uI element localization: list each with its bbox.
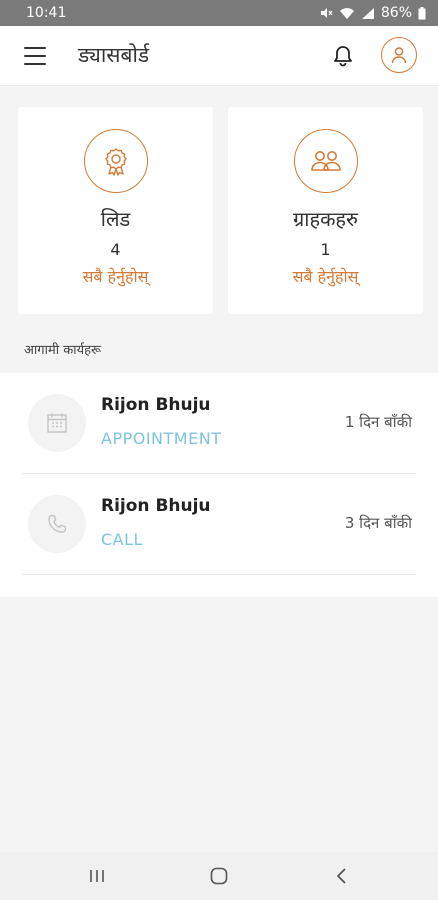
bell-icon	[334, 46, 352, 67]
phone-icon	[48, 514, 67, 533]
profile-button[interactable]	[381, 37, 417, 73]
calendar-icon	[47, 413, 67, 433]
task-icon-circle	[28, 495, 86, 553]
recents-button[interactable]	[84, 864, 110, 888]
task-row[interactable]: Rijon Bhuju APPOINTMENT 1 दिन बाँकी	[22, 373, 416, 474]
task-type: APPOINTMENT	[101, 429, 222, 448]
back-button[interactable]	[329, 864, 355, 888]
customers-card[interactable]: ग्राहकहरु 1 सबै हेर्नुहोस्	[228, 107, 423, 314]
back-icon	[337, 868, 346, 884]
home-icon	[210, 867, 228, 885]
recents-icon	[90, 870, 104, 882]
menu-button[interactable]	[22, 44, 48, 68]
mute-icon	[320, 8, 333, 18]
battery-icon	[418, 6, 426, 19]
task-days-remaining: 3 दिन बाँकी	[344, 514, 412, 532]
customers-count: 1	[320, 240, 331, 259]
notification-button[interactable]	[330, 43, 356, 69]
page-title: ड्यासबोर्ड	[78, 43, 150, 67]
users-icon	[310, 151, 341, 171]
menu-line	[24, 55, 46, 57]
award-icon	[104, 148, 127, 176]
task-days-remaining: 1 दिन बाँकी	[344, 413, 412, 431]
customers-title: ग्राहकहरु	[292, 207, 359, 231]
task-row[interactable]: Rijon Bhuju CALL 3 दिन बाँकी	[22, 474, 416, 575]
award-icon-circle	[83, 129, 148, 193]
upcoming-task-list: Rijon Bhuju APPOINTMENT 1 दिन बाँकी Rijo…	[0, 373, 438, 597]
task-type: CALL	[101, 530, 143, 549]
app-bar: ड्यासबोर्ड	[0, 26, 438, 86]
signal-icon	[361, 7, 374, 19]
leads-count: 4	[110, 240, 121, 259]
users-icon-circle	[293, 129, 358, 193]
user-icon	[391, 47, 407, 64]
system-nav-bar	[0, 852, 438, 900]
leads-view-all-link[interactable]: सबै हेर्नुहोस्	[83, 265, 149, 287]
leads-card[interactable]: लिड 4 सबै हेर्नुहोस्	[18, 107, 213, 314]
menu-line	[24, 47, 46, 49]
task-contact-name: Rijon Bhuju	[101, 496, 211, 516]
task-icon-circle	[28, 394, 86, 452]
wifi-icon	[339, 7, 354, 19]
home-button[interactable]	[206, 864, 232, 888]
leads-title: लिड	[100, 207, 131, 231]
battery-level: 86%	[380, 5, 412, 21]
status-icons: 86%	[319, 5, 426, 21]
customers-view-all-link[interactable]: सबै हेर्नुहोस्	[293, 265, 359, 287]
status-time: 10:41	[26, 5, 67, 21]
menu-line	[24, 63, 46, 65]
upcoming-heading: आगामी कार्यहरू	[24, 343, 102, 358]
task-contact-name: Rijon Bhuju	[101, 395, 211, 415]
status-bar: 10:41 86%	[0, 0, 438, 26]
